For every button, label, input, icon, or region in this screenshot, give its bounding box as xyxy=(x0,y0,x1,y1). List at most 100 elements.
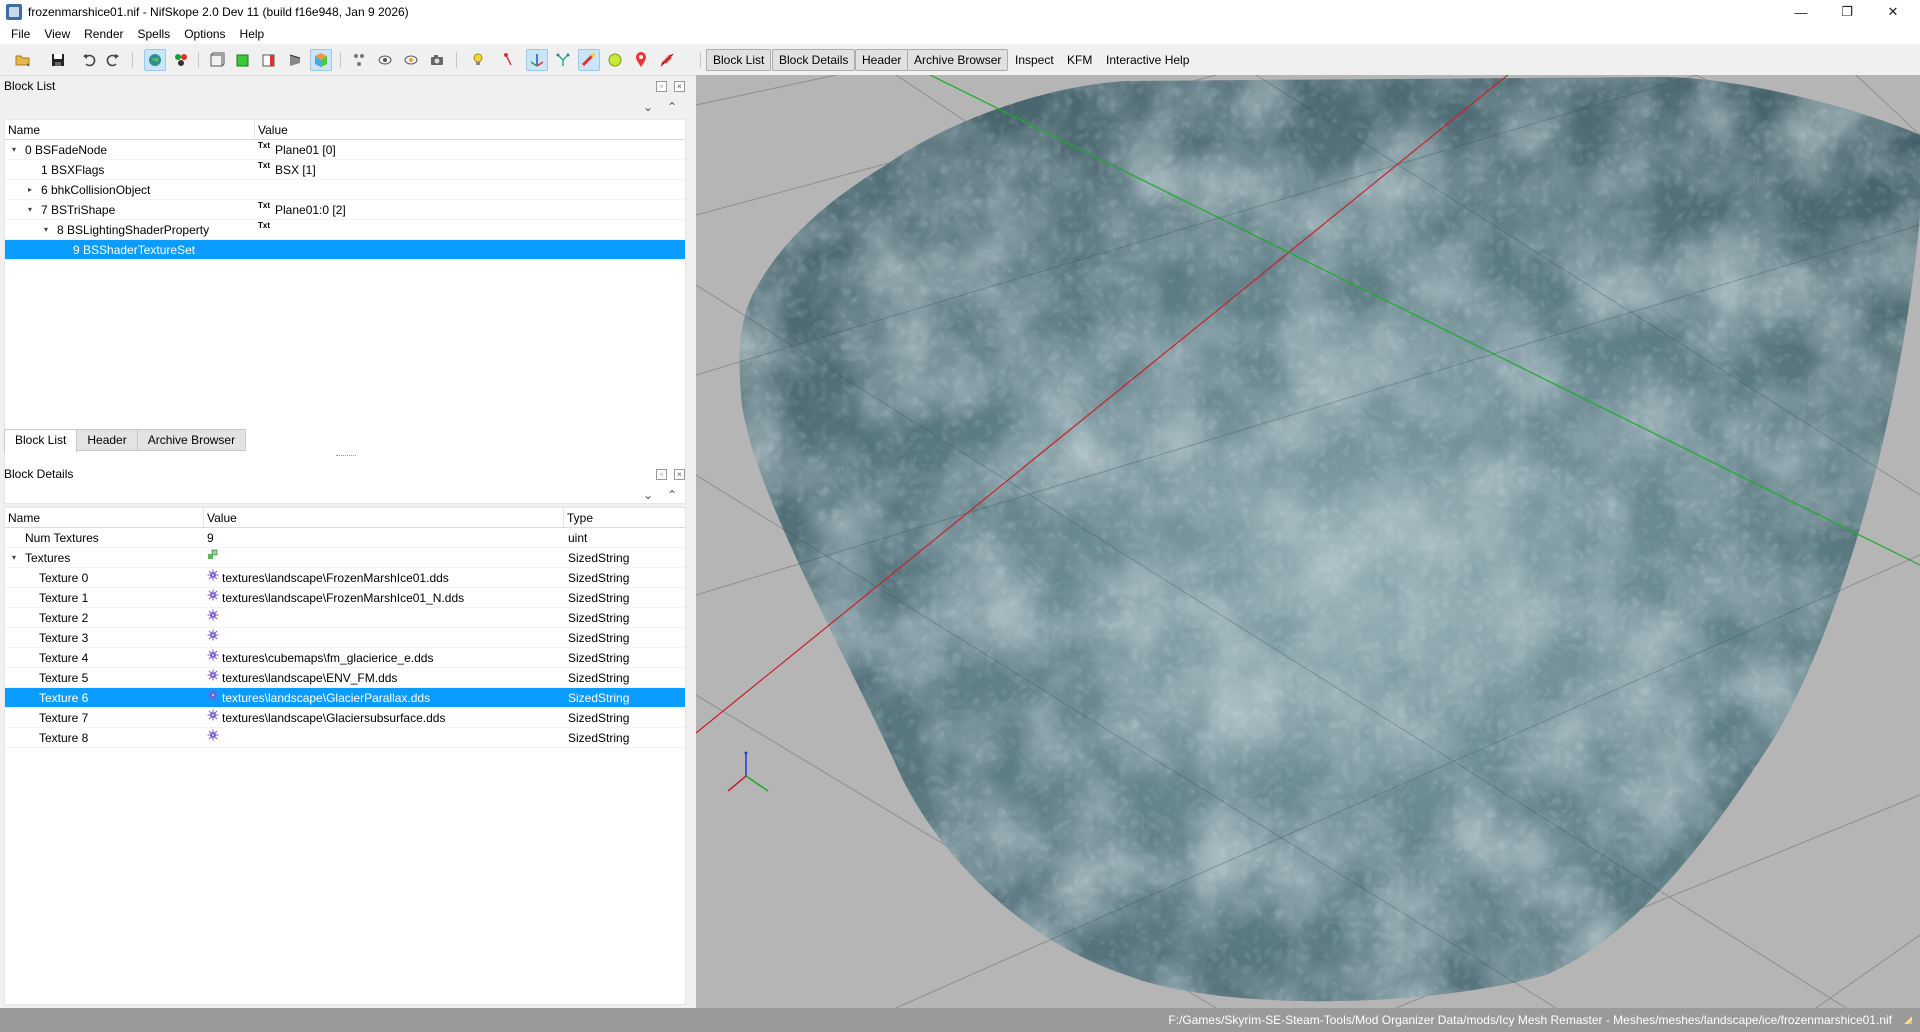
transform-axes-button[interactable] xyxy=(526,49,548,71)
detail-row[interactable]: Num Textures 9 uint xyxy=(5,528,685,548)
show-nodes-button[interactable] xyxy=(348,49,370,71)
toggle-inspect[interactable]: Inspect xyxy=(1008,49,1061,71)
view-top-button[interactable] xyxy=(206,49,228,71)
expand-all-icon[interactable]: ⌄ xyxy=(640,487,656,503)
menu-help[interactable]: Help xyxy=(233,24,272,44)
detail-value-cell[interactable]: textures\landscape\ENV_FM.dds xyxy=(207,668,397,688)
show-axes-button[interactable] xyxy=(500,49,522,71)
detail-value-cell[interactable] xyxy=(207,728,222,748)
view-flip-button[interactable] xyxy=(310,49,332,71)
window-title: frozenmarshice01.nif - NifSkope 2.0 Dev … xyxy=(28,5,409,19)
show-markers-pin-button[interactable] xyxy=(630,49,652,71)
toggle-interactive-help[interactable]: Interactive Help xyxy=(1099,49,1196,71)
float-panel-icon[interactable]: ▫ xyxy=(656,469,667,480)
close-panel-icon[interactable]: × xyxy=(674,469,685,480)
detail-row[interactable]: Texture 8 SizedString xyxy=(5,728,685,748)
menu-render[interactable]: Render xyxy=(77,24,130,44)
detail-row[interactable]: Texture 4 textures\cubemaps\fm_glacierice… xyxy=(5,648,685,668)
expand-arrow-icon[interactable]: ▾ xyxy=(41,225,51,234)
toggle-header[interactable]: Header xyxy=(855,49,909,71)
lighting-button[interactable] xyxy=(464,49,494,71)
expand-arrow-icon[interactable]: ▾ xyxy=(9,145,19,154)
screenshot-button[interactable] xyxy=(426,49,448,71)
render-viewport[interactable] xyxy=(696,75,1920,1008)
detail-value-cell[interactable] xyxy=(207,548,222,568)
close-button[interactable]: ✕ xyxy=(1870,0,1916,24)
save-file-button[interactable] xyxy=(44,49,72,71)
open-file-button[interactable] xyxy=(8,49,38,71)
tab-block-list[interactable]: Block List xyxy=(4,429,78,453)
detail-value-cell[interactable]: 9 xyxy=(207,528,214,548)
block-row[interactable]: ▾ 8 BSLightingShaderProperty Txt xyxy=(5,220,685,240)
detail-value-cell[interactable] xyxy=(207,608,222,628)
column-value[interactable]: Value xyxy=(255,120,685,139)
expand-all-icon[interactable]: ⌄ xyxy=(640,99,656,115)
view-walk-button[interactable] xyxy=(144,49,166,71)
block-row[interactable]: ▾ 7 BSTriShape Txt Plane01:0 [2] xyxy=(5,200,685,220)
column-name[interactable]: Name xyxy=(5,508,204,527)
block-row[interactable]: ▾ 0 BSFadeNode Txt Plane01 [0] xyxy=(5,140,685,160)
toggle-block-details[interactable]: Block Details xyxy=(772,49,856,71)
view-user-button[interactable] xyxy=(284,49,306,71)
detail-value-cell[interactable]: textures\landscape\Glaciersubsurface.dds xyxy=(207,708,445,728)
collapse-all-icon[interactable]: ⌃ xyxy=(664,487,680,503)
expand-arrow-icon[interactable]: ▾ xyxy=(9,553,19,562)
detail-value-cell[interactable]: textures\landscape\FrozenMarshIce01.dds xyxy=(207,568,449,588)
close-panel-icon[interactable]: × xyxy=(674,81,685,92)
detail-value-cell[interactable] xyxy=(207,628,222,648)
toggle-archive-browser[interactable]: Archive Browser xyxy=(907,49,1009,71)
maximize-button[interactable]: ❐ xyxy=(1824,0,1870,24)
scene-canvas[interactable] xyxy=(696,75,1920,1008)
tab-header[interactable]: Header xyxy=(76,429,138,451)
column-name[interactable]: Name xyxy=(5,120,255,139)
column-type[interactable]: Type xyxy=(564,508,685,527)
undo-button[interactable] xyxy=(78,49,100,71)
txt-type-icon: Txt xyxy=(258,161,270,170)
block-row[interactable]: 1 BSXFlags Txt BSX [1] xyxy=(5,160,685,180)
show-collision-button[interactable] xyxy=(578,49,600,71)
texture-icon xyxy=(207,629,219,640)
tab-archive-browser[interactable]: Archive Browser xyxy=(136,429,247,451)
menu-options[interactable]: Options xyxy=(177,24,232,44)
menu-view[interactable]: View xyxy=(37,24,77,44)
redo-button[interactable] xyxy=(102,49,124,71)
show-hidden-button[interactable] xyxy=(374,49,396,71)
splitter-handle[interactable] xyxy=(336,455,356,458)
collapse-all-icon[interactable]: ⌃ xyxy=(664,99,680,115)
detail-row[interactable]: Texture 1 textures\landscape\FrozenMarshI… xyxy=(5,588,685,608)
select-nodes-button[interactable] xyxy=(170,49,192,71)
detail-row[interactable]: ▾ Textures SizedString xyxy=(5,548,685,568)
toggle-block-list[interactable]: Block List xyxy=(706,49,772,71)
detail-row[interactable]: Texture 6 textures\landscape\GlacierParal… xyxy=(5,688,685,708)
detail-row[interactable]: Texture 7 textures\landscape\Glaciersubsu… xyxy=(5,708,685,728)
menu-file[interactable]: File xyxy=(4,24,37,44)
show-skeleton-button[interactable] xyxy=(552,49,574,71)
view-side-button[interactable] xyxy=(258,49,280,71)
detail-row[interactable]: Texture 5 textures\landscape\ENV_FM.dds Si… xyxy=(5,668,685,688)
menu-spells[interactable]: Spells xyxy=(131,24,178,44)
minimize-button[interactable]: — xyxy=(1778,0,1824,24)
toggle-kfm[interactable]: KFM xyxy=(1060,49,1099,71)
block-row[interactable]: 9 BSShaderTextureSet xyxy=(5,240,685,260)
resize-grip-icon[interactable] xyxy=(1902,1014,1914,1026)
block-row[interactable]: ▸ 6 bhkCollisionObject xyxy=(5,180,685,200)
detail-type: uint xyxy=(568,530,588,545)
detail-name: Texture 5 xyxy=(39,670,89,685)
detail-row[interactable]: Texture 0 textures\landscape\FrozenMarshI… xyxy=(5,568,685,588)
detail-type: SizedString xyxy=(568,710,630,725)
block-name-cell: 1 BSXFlags xyxy=(5,160,104,180)
ice-mesh[interactable] xyxy=(696,75,1920,1008)
show-markers-button[interactable] xyxy=(400,49,422,71)
view-front-button[interactable] xyxy=(232,49,254,71)
collapsed-arrow-icon[interactable]: ▸ xyxy=(25,185,35,194)
float-panel-icon[interactable]: ▫ xyxy=(656,81,667,92)
column-value[interactable]: Value xyxy=(204,508,564,527)
show-constraints-button[interactable] xyxy=(604,49,626,71)
disable-shading-button[interactable] xyxy=(656,49,678,71)
expand-arrow-icon[interactable]: ▾ xyxy=(25,205,35,214)
detail-row[interactable]: Texture 3 SizedString xyxy=(5,628,685,648)
detail-value-cell[interactable]: textures\landscape\GlacierParallax.dds xyxy=(207,688,430,708)
detail-row[interactable]: Texture 2 SizedString xyxy=(5,608,685,628)
detail-value-cell[interactable]: textures\cubemaps\fm_glacierice_e.dds xyxy=(207,648,433,668)
detail-value-cell[interactable]: textures\landscape\FrozenMarshIce01_N.dd… xyxy=(207,588,464,608)
